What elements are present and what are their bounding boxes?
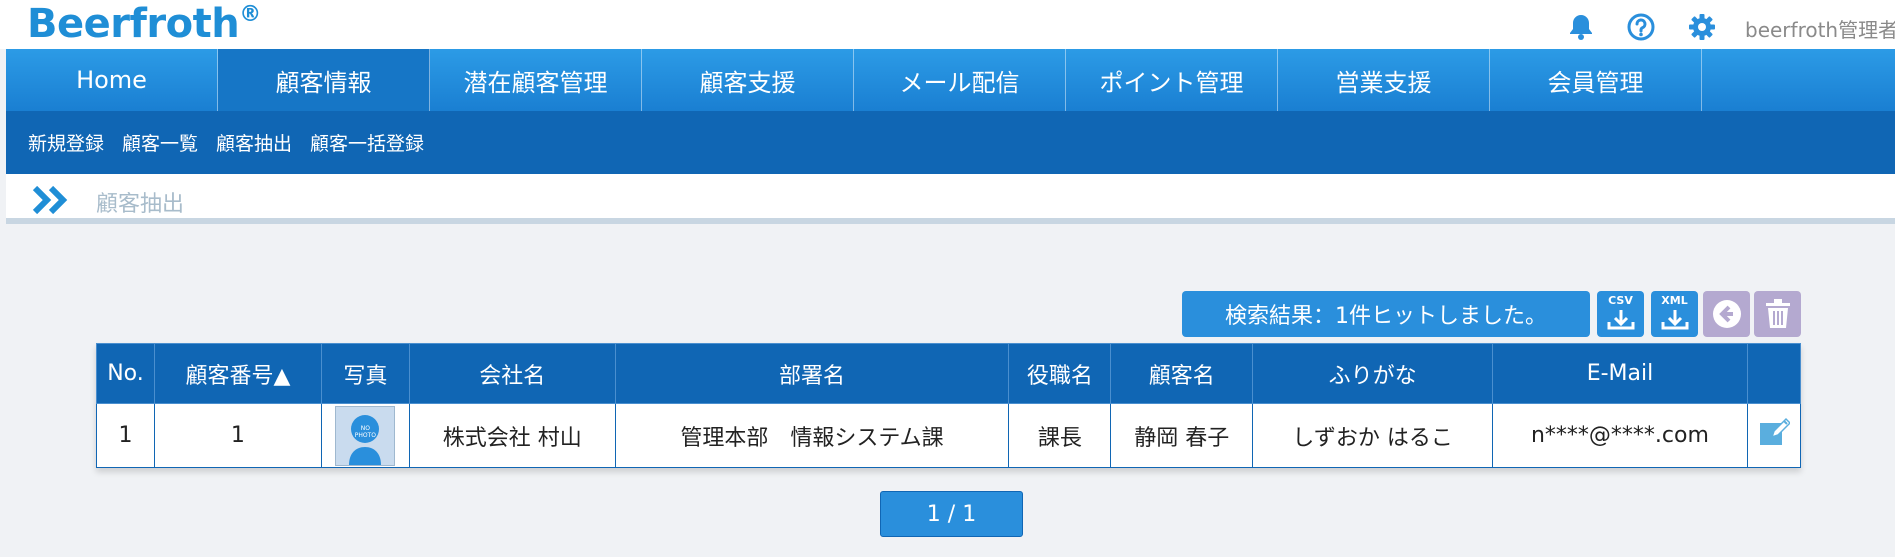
cell-department: 管理本部 情報システム課 xyxy=(614,403,1010,468)
col-name[interactable]: 顧客名 xyxy=(1110,343,1254,404)
double-chevron-icon xyxy=(31,185,71,218)
nav-mail-delivery[interactable]: メール配信 xyxy=(854,49,1066,111)
logo[interactable]: Beerfroth® xyxy=(27,1,261,47)
table-header-row: No. 顧客番号▲ 写真 会社名 部署名 役職名 顧客名 ふりがな E-Mail xyxy=(96,343,1802,404)
subnav-bulk-registration[interactable]: 顧客一括登録 xyxy=(310,129,424,156)
cell-edit xyxy=(1746,403,1802,468)
results-table: No. 顧客番号▲ 写真 会社名 部署名 役職名 顧客名 ふりがな E-Mail… xyxy=(96,343,1802,468)
delete-button[interactable] xyxy=(1754,291,1801,337)
user-name[interactable]: beerfroth管理者 xyxy=(1745,14,1895,43)
breadcrumb: 顧客抽出 xyxy=(6,174,1895,224)
col-photo: 写真 xyxy=(320,343,410,404)
pagination-button[interactable]: 1 / 1 xyxy=(880,491,1023,537)
cell-furigana: しずおか はるこ xyxy=(1252,403,1493,468)
no-photo-image: NO PHOTO xyxy=(335,405,396,466)
cell-photo: NO PHOTO xyxy=(320,403,410,468)
col-no[interactable]: No. xyxy=(96,343,155,404)
bell-icon[interactable] xyxy=(1566,12,1596,42)
subnav-new-registration[interactable]: 新規登録 xyxy=(28,129,104,156)
table-row[interactable]: 1 1 NO PHOTO 株式会社 村山 管理本部 情報システム課 課長 静岡 … xyxy=(96,403,1802,468)
subnav-customer-extract[interactable]: 顧客抽出 xyxy=(216,129,292,156)
col-company[interactable]: 会社名 xyxy=(408,343,616,404)
gear-icon[interactable] xyxy=(1687,12,1717,42)
page-title: 顧客抽出 xyxy=(96,192,185,217)
nav-point-management[interactable]: ポイント管理 xyxy=(1066,49,1278,111)
nav-customer-support[interactable]: 顧客支援 xyxy=(642,49,854,111)
search-result-badge: 検索結果：1件ヒットしました。 xyxy=(1182,291,1590,337)
nav-home[interactable]: Home xyxy=(6,49,218,111)
col-edit xyxy=(1746,343,1802,404)
main-nav: Home 顧客情報 潜在顧客管理 顧客支援 メール配信 ポイント管理 営業支援 … xyxy=(6,49,1895,111)
no-photo-text: NO PHOTO xyxy=(354,424,376,439)
col-email[interactable]: E-Mail xyxy=(1491,343,1748,404)
top-bar: Beerfroth® beerfroth管理者 xyxy=(0,0,1895,49)
nav-member-management[interactable]: 会員管理 xyxy=(1490,49,1702,111)
nav-customer-info[interactable]: 顧客情報 xyxy=(218,49,430,111)
help-icon[interactable] xyxy=(1626,12,1656,42)
xml-label: XML xyxy=(1661,294,1688,307)
col-furigana[interactable]: ふりがな xyxy=(1252,343,1493,404)
cell-customer-number: 1 xyxy=(153,403,322,468)
trash-icon xyxy=(1765,299,1790,328)
col-title[interactable]: 役職名 xyxy=(1008,343,1112,404)
arrow-left-icon xyxy=(1712,300,1741,328)
nav-prospect-management[interactable]: 潜在顧客管理 xyxy=(430,49,642,111)
csv-label: CSV xyxy=(1608,294,1633,307)
subnav-customer-list[interactable]: 顧客一覧 xyxy=(122,129,198,156)
sub-nav: 新規登録 顧客一覧 顧客抽出 顧客一括登録 xyxy=(6,111,1895,174)
cell-name: 静岡 春子 xyxy=(1110,403,1254,468)
cell-no: 1 xyxy=(96,403,155,468)
cell-title: 課長 xyxy=(1008,403,1112,468)
edit-icon[interactable] xyxy=(1758,417,1792,455)
csv-download-button[interactable]: CSV xyxy=(1597,291,1644,337)
nav-sales-support[interactable]: 営業支援 xyxy=(1278,49,1490,111)
col-customer-number[interactable]: 顧客番号▲ xyxy=(153,343,322,404)
xml-download-button[interactable]: XML xyxy=(1651,291,1698,337)
cell-company: 株式会社 村山 xyxy=(408,403,616,468)
back-button[interactable] xyxy=(1703,291,1750,337)
cell-email: n****@****.com xyxy=(1491,403,1748,468)
col-department[interactable]: 部署名 xyxy=(614,343,1010,404)
